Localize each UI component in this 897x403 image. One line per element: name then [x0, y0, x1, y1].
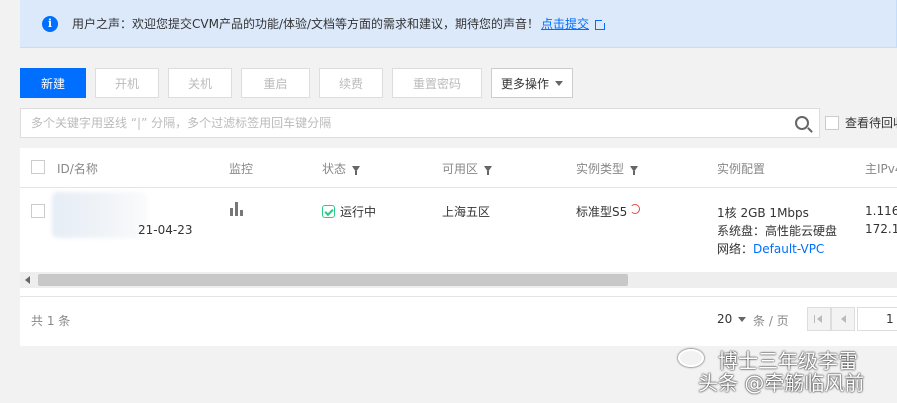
pending-recycle-toggle[interactable]: 查看待回收 [825, 114, 897, 131]
instance-toolbar: 新建 开机 关机 重启 续费 重置密码 更多操作 [20, 68, 582, 98]
running-status-icon [322, 205, 335, 218]
chevron-down-icon [555, 80, 563, 86]
select-all-checkbox[interactable] [31, 160, 45, 174]
horizontal-scrollbar[interactable] [20, 272, 897, 288]
header-status-label: 状态 [322, 162, 347, 176]
scrollbar-thumb[interactable] [38, 274, 628, 286]
pagination-footer: 共 1 条 20 条 / 页 1 [20, 296, 897, 346]
config-spec: 1核 2GB 1Mbps [717, 206, 809, 220]
page-size-select[interactable]: 20 [717, 312, 747, 326]
config-disk: 系统盘：高性能云硬盘 [717, 224, 838, 238]
reset-password-button[interactable]: 重置密码 [392, 68, 482, 98]
search-bar [20, 108, 820, 138]
first-page-icon [813, 315, 822, 323]
private-ip: 172.17 [865, 222, 897, 236]
more-actions-dropdown[interactable]: 更多操作 [491, 68, 573, 98]
external-link-icon[interactable] [595, 17, 608, 30]
header-monitor: 监控 [229, 162, 254, 176]
notice-text: 用户之声：欢迎您提交CVM产品的功能/体验/文档等方面的需求和建议，期待您的声音… [72, 17, 540, 31]
filter-icon[interactable] [352, 165, 361, 175]
total-count: 共 1 条 [31, 314, 71, 328]
prev-page-icon [840, 315, 846, 323]
header-ip: 主IPv4 [865, 162, 897, 176]
pending-recycle-label: 查看待回收 [845, 116, 897, 130]
status-running: 运行中 [322, 203, 376, 220]
instance-table: ID/名称 监控 状态 可用区 实例类型 实例配置 主IPv4 21-04-23… [20, 148, 897, 346]
row-checkbox[interactable] [31, 204, 45, 218]
instance-created-date: 21-04-23 [138, 223, 193, 237]
header-status[interactable]: 状态 [322, 160, 361, 177]
per-page-label: 条 / 页 [753, 314, 789, 328]
start-button[interactable]: 开机 [95, 68, 159, 98]
instance-type: 标准型S5 [576, 203, 641, 220]
chevron-down-icon [738, 316, 747, 322]
scroll-left-icon[interactable] [25, 276, 30, 284]
pending-recycle-checkbox[interactable] [825, 115, 839, 130]
first-page-button[interactable] [807, 307, 831, 331]
instance-type-label: 标准型S5 [576, 205, 628, 219]
table-row[interactable]: 21-04-23 运行中 上海五区 标准型S5 1核 2GB 1Mbps 系统盘… [20, 188, 897, 272]
watermark-line2: 头条 @牵觞临风前 [698, 371, 865, 395]
page-number-input[interactable]: 1 [857, 307, 897, 331]
new-instance-button[interactable]: 新建 [20, 68, 86, 98]
monitor-chart-icon[interactable] [230, 202, 245, 216]
page-size-value: 20 [717, 312, 733, 326]
prev-page-button[interactable] [831, 307, 855, 331]
zone-value: 上海五区 [442, 205, 491, 219]
network-label: 网络： [717, 242, 754, 256]
wechat-icon [678, 349, 704, 367]
status-text: 运行中 [340, 205, 377, 219]
header-zone[interactable]: 可用区 [442, 160, 493, 177]
feedback-notice: i 用户之声：欢迎您提交CVM产品的功能/体验/文档等方面的需求和建议，期待您的… [20, 0, 897, 48]
submit-feedback-link[interactable]: 点击提交 [541, 15, 589, 32]
vpc-link[interactable]: Default-VPC [753, 242, 824, 256]
restart-button[interactable]: 重启 [241, 68, 310, 98]
renew-button[interactable]: 续费 [319, 68, 383, 98]
public-ip: 1.116. [865, 204, 897, 218]
table-header: ID/名称 监控 状态 可用区 实例类型 实例配置 主IPv4 [20, 148, 897, 188]
header-type[interactable]: 实例类型 [576, 160, 639, 177]
search-icon[interactable] [795, 116, 809, 130]
redacted-instance-name [52, 192, 147, 238]
pager: 1 [807, 307, 897, 331]
filter-icon[interactable] [484, 165, 493, 175]
info-icon: i [42, 15, 58, 32]
header-zone-label: 可用区 [442, 162, 479, 176]
filter-icon[interactable] [630, 165, 639, 175]
shutdown-button[interactable]: 关机 [168, 68, 232, 98]
more-actions-label: 更多操作 [500, 76, 549, 91]
spiral-icon [630, 204, 641, 214]
search-input[interactable] [31, 116, 795, 130]
header-id: ID/名称 [57, 162, 98, 176]
config-network: 网络：Default-VPC [717, 240, 824, 257]
header-config: 实例配置 [717, 162, 766, 176]
header-type-label: 实例类型 [576, 162, 625, 176]
